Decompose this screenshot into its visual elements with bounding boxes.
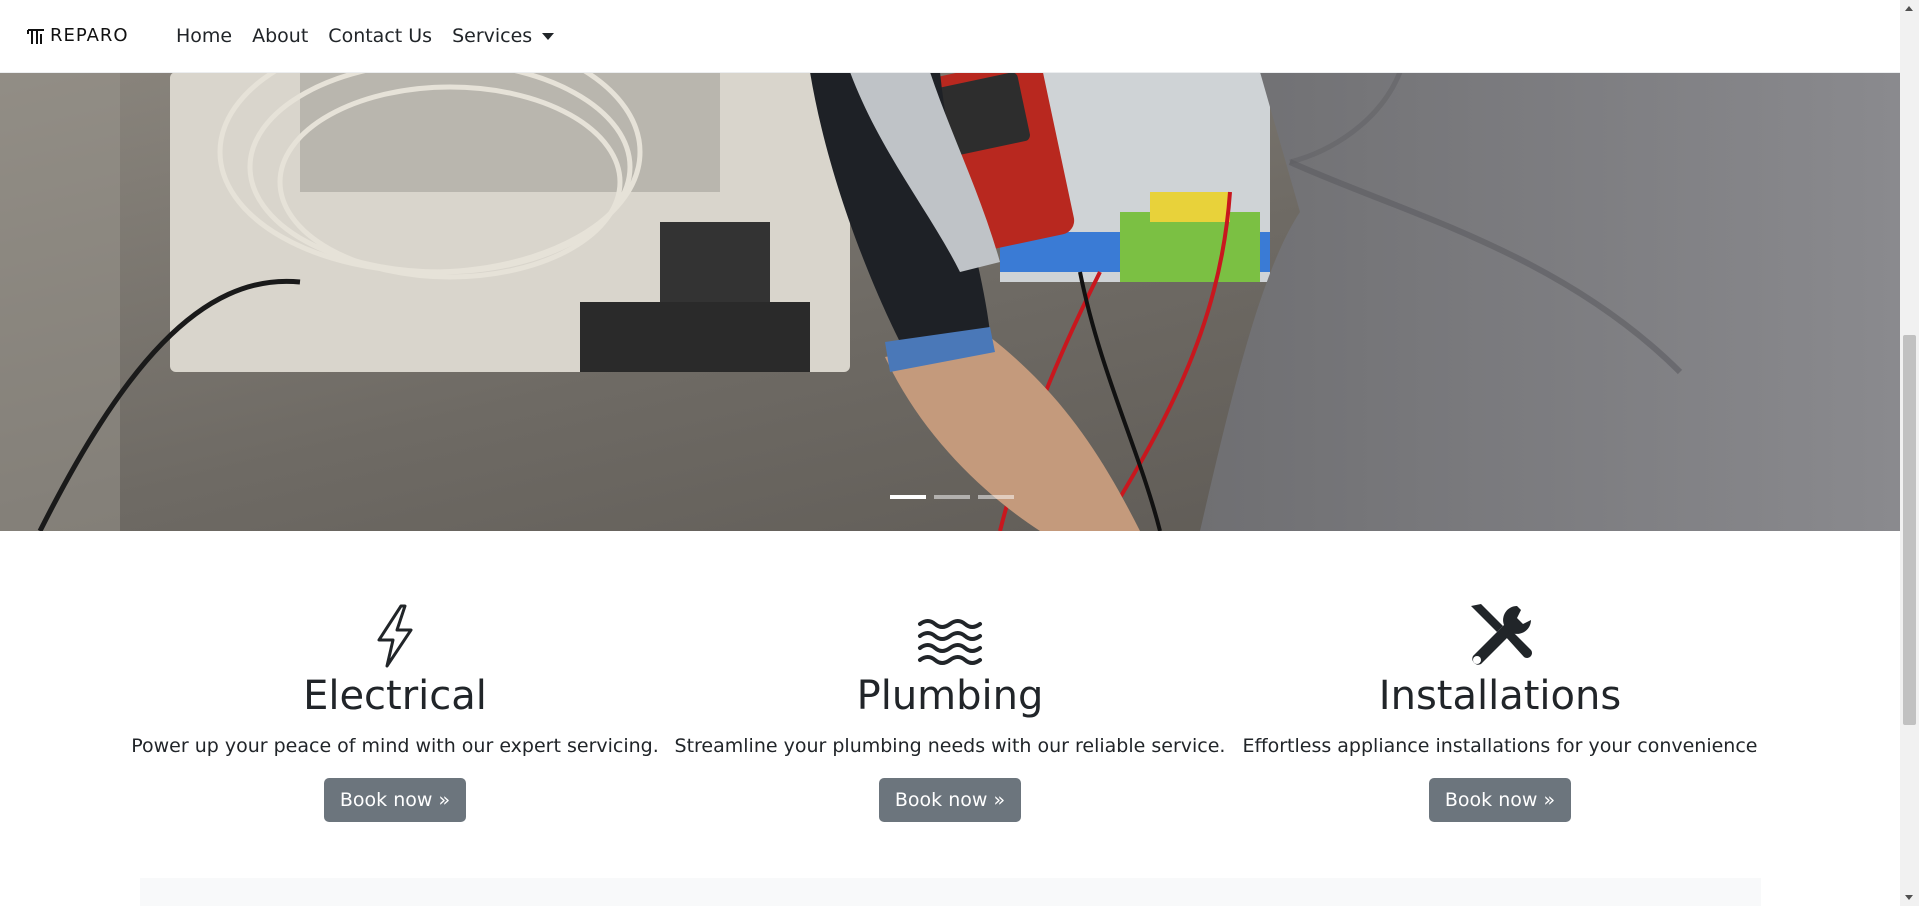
- book-now-button[interactable]: Book now »: [323, 778, 467, 822]
- nav-contact-us[interactable]: Contact Us: [328, 25, 432, 47]
- brand-logo[interactable]: REPARO: [26, 24, 129, 46]
- service-title: Plumbing: [856, 673, 1044, 719]
- main-nav: Home About Contact Us Services: [176, 0, 574, 72]
- carousel-indicators: [886, 495, 1018, 499]
- service-description: Effortless appliance installations for y…: [1242, 735, 1758, 757]
- tools-icon: [1220, 600, 1780, 668]
- scrollbar-thumb[interactable]: [1903, 335, 1916, 725]
- carousel-indicator-1[interactable]: [890, 495, 926, 499]
- book-now-button[interactable]: Book now »: [1428, 778, 1572, 822]
- service-electrical: Electrical Power up your peace of mind w…: [115, 600, 675, 822]
- nav-services-dropdown[interactable]: Services: [452, 25, 555, 47]
- brand-name: REPARO: [50, 24, 129, 46]
- service-installations: Installations Effortless appliance insta…: [1220, 600, 1780, 822]
- hero-carousel[interactable]: [0, 72, 1900, 531]
- waves-icon: [670, 600, 1230, 668]
- scroll-up-icon[interactable]: [1905, 6, 1913, 11]
- book-now-button[interactable]: Book now »: [878, 778, 1022, 822]
- service-title: Installations: [1378, 673, 1622, 719]
- nav-about[interactable]: About: [252, 25, 308, 47]
- nav-services-label: Services: [452, 25, 533, 47]
- service-description: Streamline your plumbing needs with our …: [674, 735, 1226, 757]
- brand-mark-icon: [27, 29, 44, 44]
- hero-image: [0, 72, 1900, 531]
- service-plumbing: Plumbing Streamline your plumbing needs …: [670, 600, 1230, 822]
- carousel-indicator-3[interactable]: [978, 495, 1014, 499]
- nav-home[interactable]: Home: [176, 25, 232, 47]
- carousel-indicator-2[interactable]: [934, 495, 970, 499]
- service-description: Power up your peace of mind with our exp…: [131, 735, 659, 757]
- service-title: Electrical: [303, 673, 487, 719]
- scroll-down-icon[interactable]: [1905, 895, 1913, 900]
- navbar: REPARO Home About Contact Us Services: [0, 0, 1900, 73]
- lightning-icon: [115, 600, 675, 668]
- caret-down-icon: [542, 32, 555, 40]
- page-scrollbar[interactable]: [1900, 0, 1919, 906]
- footer-band: [140, 878, 1761, 906]
